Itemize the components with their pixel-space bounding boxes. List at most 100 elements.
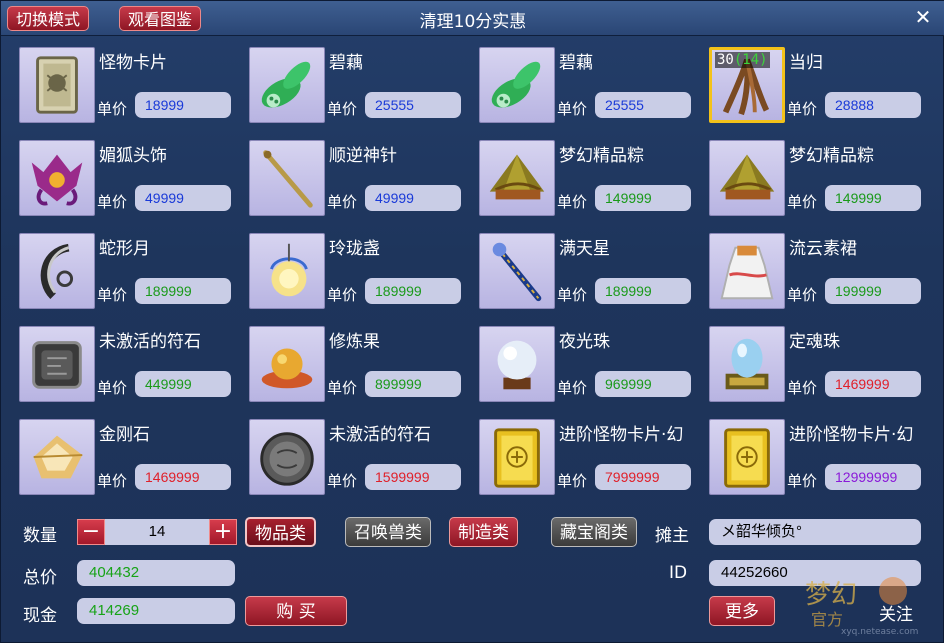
unit-price-label: 单价 — [97, 193, 128, 211]
unit-price-label: 单价 — [327, 193, 358, 211]
close-icon[interactable]: ✕ — [911, 5, 935, 29]
unit-price-label: 单价 — [787, 100, 818, 118]
id-label: ID — [669, 563, 688, 583]
item-slot[interactable]: 流云素裙 单价 199999 — [709, 233, 931, 313]
increase-quantity-button[interactable]: + — [209, 519, 237, 545]
item-icon-box[interactable]: 30(14) — [709, 47, 785, 123]
item-slot[interactable]: 定魂珠 单价 1469999 — [709, 326, 931, 406]
decrease-quantity-button[interactable]: − — [77, 519, 105, 545]
unit-price-value: 1469999 — [135, 464, 231, 490]
tab-summoned-beasts[interactable]: 召唤兽类 — [345, 517, 431, 547]
quantity-input[interactable]: 14 — [105, 519, 209, 545]
unit-price-value: 149999 — [825, 185, 921, 211]
item-icon-box[interactable] — [709, 419, 785, 495]
item-name: 玲珑盏 — [329, 239, 380, 259]
item-slot[interactable]: 梦幻精品粽 单价 149999 — [709, 140, 931, 220]
item-icon-box[interactable] — [249, 47, 325, 123]
title-bar: 切换模式 观看图鉴 清理10分实惠 ✕ — [1, 1, 944, 36]
unit-price-label: 单价 — [97, 100, 128, 118]
item-name: 怪物卡片 — [99, 53, 167, 73]
item-slot[interactable]: 30(14) 当归 单价 28888 — [709, 47, 931, 127]
unit-price-value: 25555 — [365, 92, 461, 118]
item-name: 蛇形月 — [99, 239, 150, 259]
svg-text:官方: 官方 — [811, 610, 843, 629]
item-icon-box[interactable] — [19, 47, 95, 123]
soul-pearl-icon — [725, 338, 769, 390]
unit-price-value: 49999 — [365, 185, 461, 211]
item-icon-box[interactable] — [19, 326, 95, 402]
item-name: 碧藕 — [329, 53, 363, 73]
follow-button[interactable]: 关注 — [879, 600, 913, 625]
needle-icon — [263, 150, 313, 208]
item-slot[interactable]: 媚狐头饰 单价 49999 — [19, 140, 241, 220]
tab-treasure-pavilion[interactable]: 藏宝阁类 — [551, 517, 637, 547]
item-slot[interactable]: 未激活的符石 单价 1599999 — [249, 419, 471, 499]
zongzi-icon — [719, 154, 775, 200]
tab-items[interactable]: 物品类 — [245, 517, 316, 547]
unit-price-label: 单价 — [97, 379, 128, 397]
diamond-icon — [33, 435, 83, 479]
round-rune-stone-icon — [260, 432, 314, 486]
unit-price-label: 单价 — [557, 193, 588, 211]
buy-button[interactable]: 购 买 — [245, 596, 347, 626]
item-icon-box[interactable] — [709, 140, 785, 216]
unit-price-label: 单价 — [327, 472, 358, 490]
item-slot[interactable]: 碧藕 单价 25555 — [479, 47, 701, 127]
item-icon-box[interactable] — [479, 419, 555, 495]
item-slot[interactable]: 夜光珠 单价 969999 — [479, 326, 701, 406]
more-button[interactable]: 更多 — [709, 596, 775, 626]
unit-price-value: 7999999 — [595, 464, 691, 490]
unit-price-value: 449999 — [135, 371, 231, 397]
item-slot[interactable]: 未激活的符石 单价 449999 — [19, 326, 241, 406]
item-icon-box[interactable] — [249, 326, 325, 402]
cash-label: 现金 — [23, 606, 57, 626]
item-slot[interactable]: 碧藕单价 25555 — [249, 47, 471, 127]
unit-price-value: 12999999 — [825, 464, 921, 490]
unit-price-label: 单价 — [327, 100, 358, 118]
item-slot[interactable]: 满天星 单价 189999 — [479, 233, 701, 313]
unit-price-label: 单价 — [327, 286, 358, 304]
item-name: 梦幻精品粽 — [559, 146, 644, 166]
unit-price-value: 189999 — [135, 278, 231, 304]
item-name: 修炼果 — [329, 332, 380, 352]
item-slot[interactable]: 金刚石 单价 1469999 — [19, 419, 241, 499]
item-icon-box[interactable] — [249, 140, 325, 216]
unit-price-label: 单价 — [557, 286, 588, 304]
lotus-root-icon — [261, 61, 311, 108]
item-icon-box[interactable] — [709, 233, 785, 309]
item-icon-box[interactable] — [479, 47, 555, 123]
total-price-label: 总价 — [23, 568, 57, 588]
item-icon-box[interactable] — [19, 140, 95, 216]
owner-label: 摊主 — [655, 526, 689, 546]
unit-price-value: 899999 — [365, 371, 461, 397]
item-slot[interactable]: 怪物卡片 单价 18999 — [19, 47, 241, 127]
item-slot[interactable]: 玲珑盏单价 189999 — [249, 233, 471, 313]
stack-count-selected: (14) — [733, 52, 768, 68]
item-icon-box[interactable] — [249, 419, 325, 495]
night-pearl-icon — [497, 340, 537, 390]
unit-price-value: 189999 — [595, 278, 691, 304]
unit-price-label: 单价 — [327, 379, 358, 397]
item-icon-box[interactable] — [479, 326, 555, 402]
item-icon-box[interactable] — [709, 326, 785, 402]
unit-price-value: 189999 — [365, 278, 461, 304]
unit-price-label: 单价 — [787, 379, 818, 397]
item-icon-box[interactable] — [479, 140, 555, 216]
item-icon-box[interactable] — [19, 233, 95, 309]
item-icon-box[interactable] — [249, 233, 325, 309]
unit-price-label: 单价 — [97, 286, 128, 304]
stall-window: 切换模式 观看图鉴 清理10分实惠 ✕ 怪物卡片 单价 18999 碧藕 单价 25555… — [0, 0, 944, 643]
owner-name: メ韶华倾负° — [709, 519, 921, 545]
unit-price-label: 单价 — [557, 472, 588, 490]
tab-crafting[interactable]: 制造类 — [449, 517, 518, 547]
item-slot[interactable]: 修炼果单价 899999 — [249, 326, 471, 406]
item-name: 碧藕 — [559, 53, 593, 73]
item-slot[interactable]: 蛇形月单价 189999 — [19, 233, 241, 313]
window-title: 清理10分实惠 — [419, 12, 527, 32]
item-icon-box[interactable] — [479, 233, 555, 309]
item-slot[interactable]: 梦幻精品粽 单价 149999 — [479, 140, 701, 220]
item-slot[interactable]: 进阶怪物卡片·幻 单价 12999999 — [709, 419, 931, 499]
item-slot[interactable]: 顺逆神针 单价 49999 — [249, 140, 471, 220]
item-icon-box[interactable] — [19, 419, 95, 495]
item-slot[interactable]: 进阶怪物卡片·幻 单价 7999999 — [479, 419, 701, 499]
